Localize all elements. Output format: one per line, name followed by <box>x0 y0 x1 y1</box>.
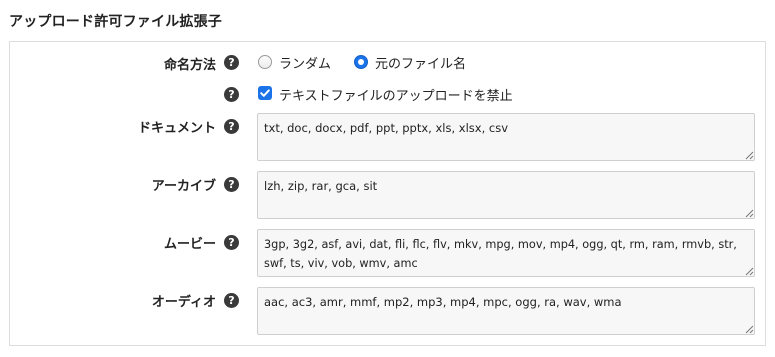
naming-method-label: 命名方法 <box>163 58 216 73</box>
prohibit-help-icon[interactable]: ? <box>224 87 239 102</box>
movie-resize-grip-icon[interactable] <box>745 267 754 276</box>
document-resize-grip-icon[interactable] <box>745 151 754 160</box>
prohibit-text-checkbox[interactable] <box>258 86 272 100</box>
movie-help-icon[interactable]: ? <box>224 235 239 250</box>
prohibit-text-label[interactable]: テキストファイルのアップロードを禁止 <box>279 85 513 104</box>
audio-resize-grip-icon[interactable] <box>745 325 754 334</box>
document-help-icon[interactable]: ? <box>224 119 239 134</box>
document-extensions-textarea[interactable]: txt, doc, docx, pdf, ppt, pptx, xls, xls… <box>257 113 755 161</box>
section-title: アップロード許可ファイル拡張子 <box>9 14 222 30</box>
radio-original-filename-label[interactable]: 元のファイル名 <box>375 53 466 72</box>
document-label: ドキュメント <box>137 121 216 136</box>
archive-resize-grip-icon[interactable] <box>745 209 754 218</box>
audio-label: オーディオ <box>151 295 216 310</box>
radio-random-label[interactable]: ランダム <box>279 53 331 72</box>
archive-help-icon[interactable]: ? <box>224 177 239 192</box>
audio-help-icon[interactable]: ? <box>224 293 239 308</box>
checkmark-icon <box>260 89 270 97</box>
movie-extensions-textarea[interactable]: 3gp, 3g2, asf, avi, dat, fli, flc, flv, … <box>257 229 755 277</box>
movie-label: ムービー <box>163 237 216 252</box>
naming-help-icon[interactable]: ? <box>224 55 239 70</box>
archive-label: アーカイブ <box>151 179 216 194</box>
radio-original-filename[interactable] <box>354 55 368 69</box>
archive-extensions-textarea[interactable]: lzh, zip, rar, gca, sit <box>257 171 755 219</box>
audio-extensions-textarea[interactable]: aac, ac3, amr, mmf, mp2, mp3, mp4, mpc, … <box>257 287 755 335</box>
radio-random[interactable] <box>258 55 272 69</box>
